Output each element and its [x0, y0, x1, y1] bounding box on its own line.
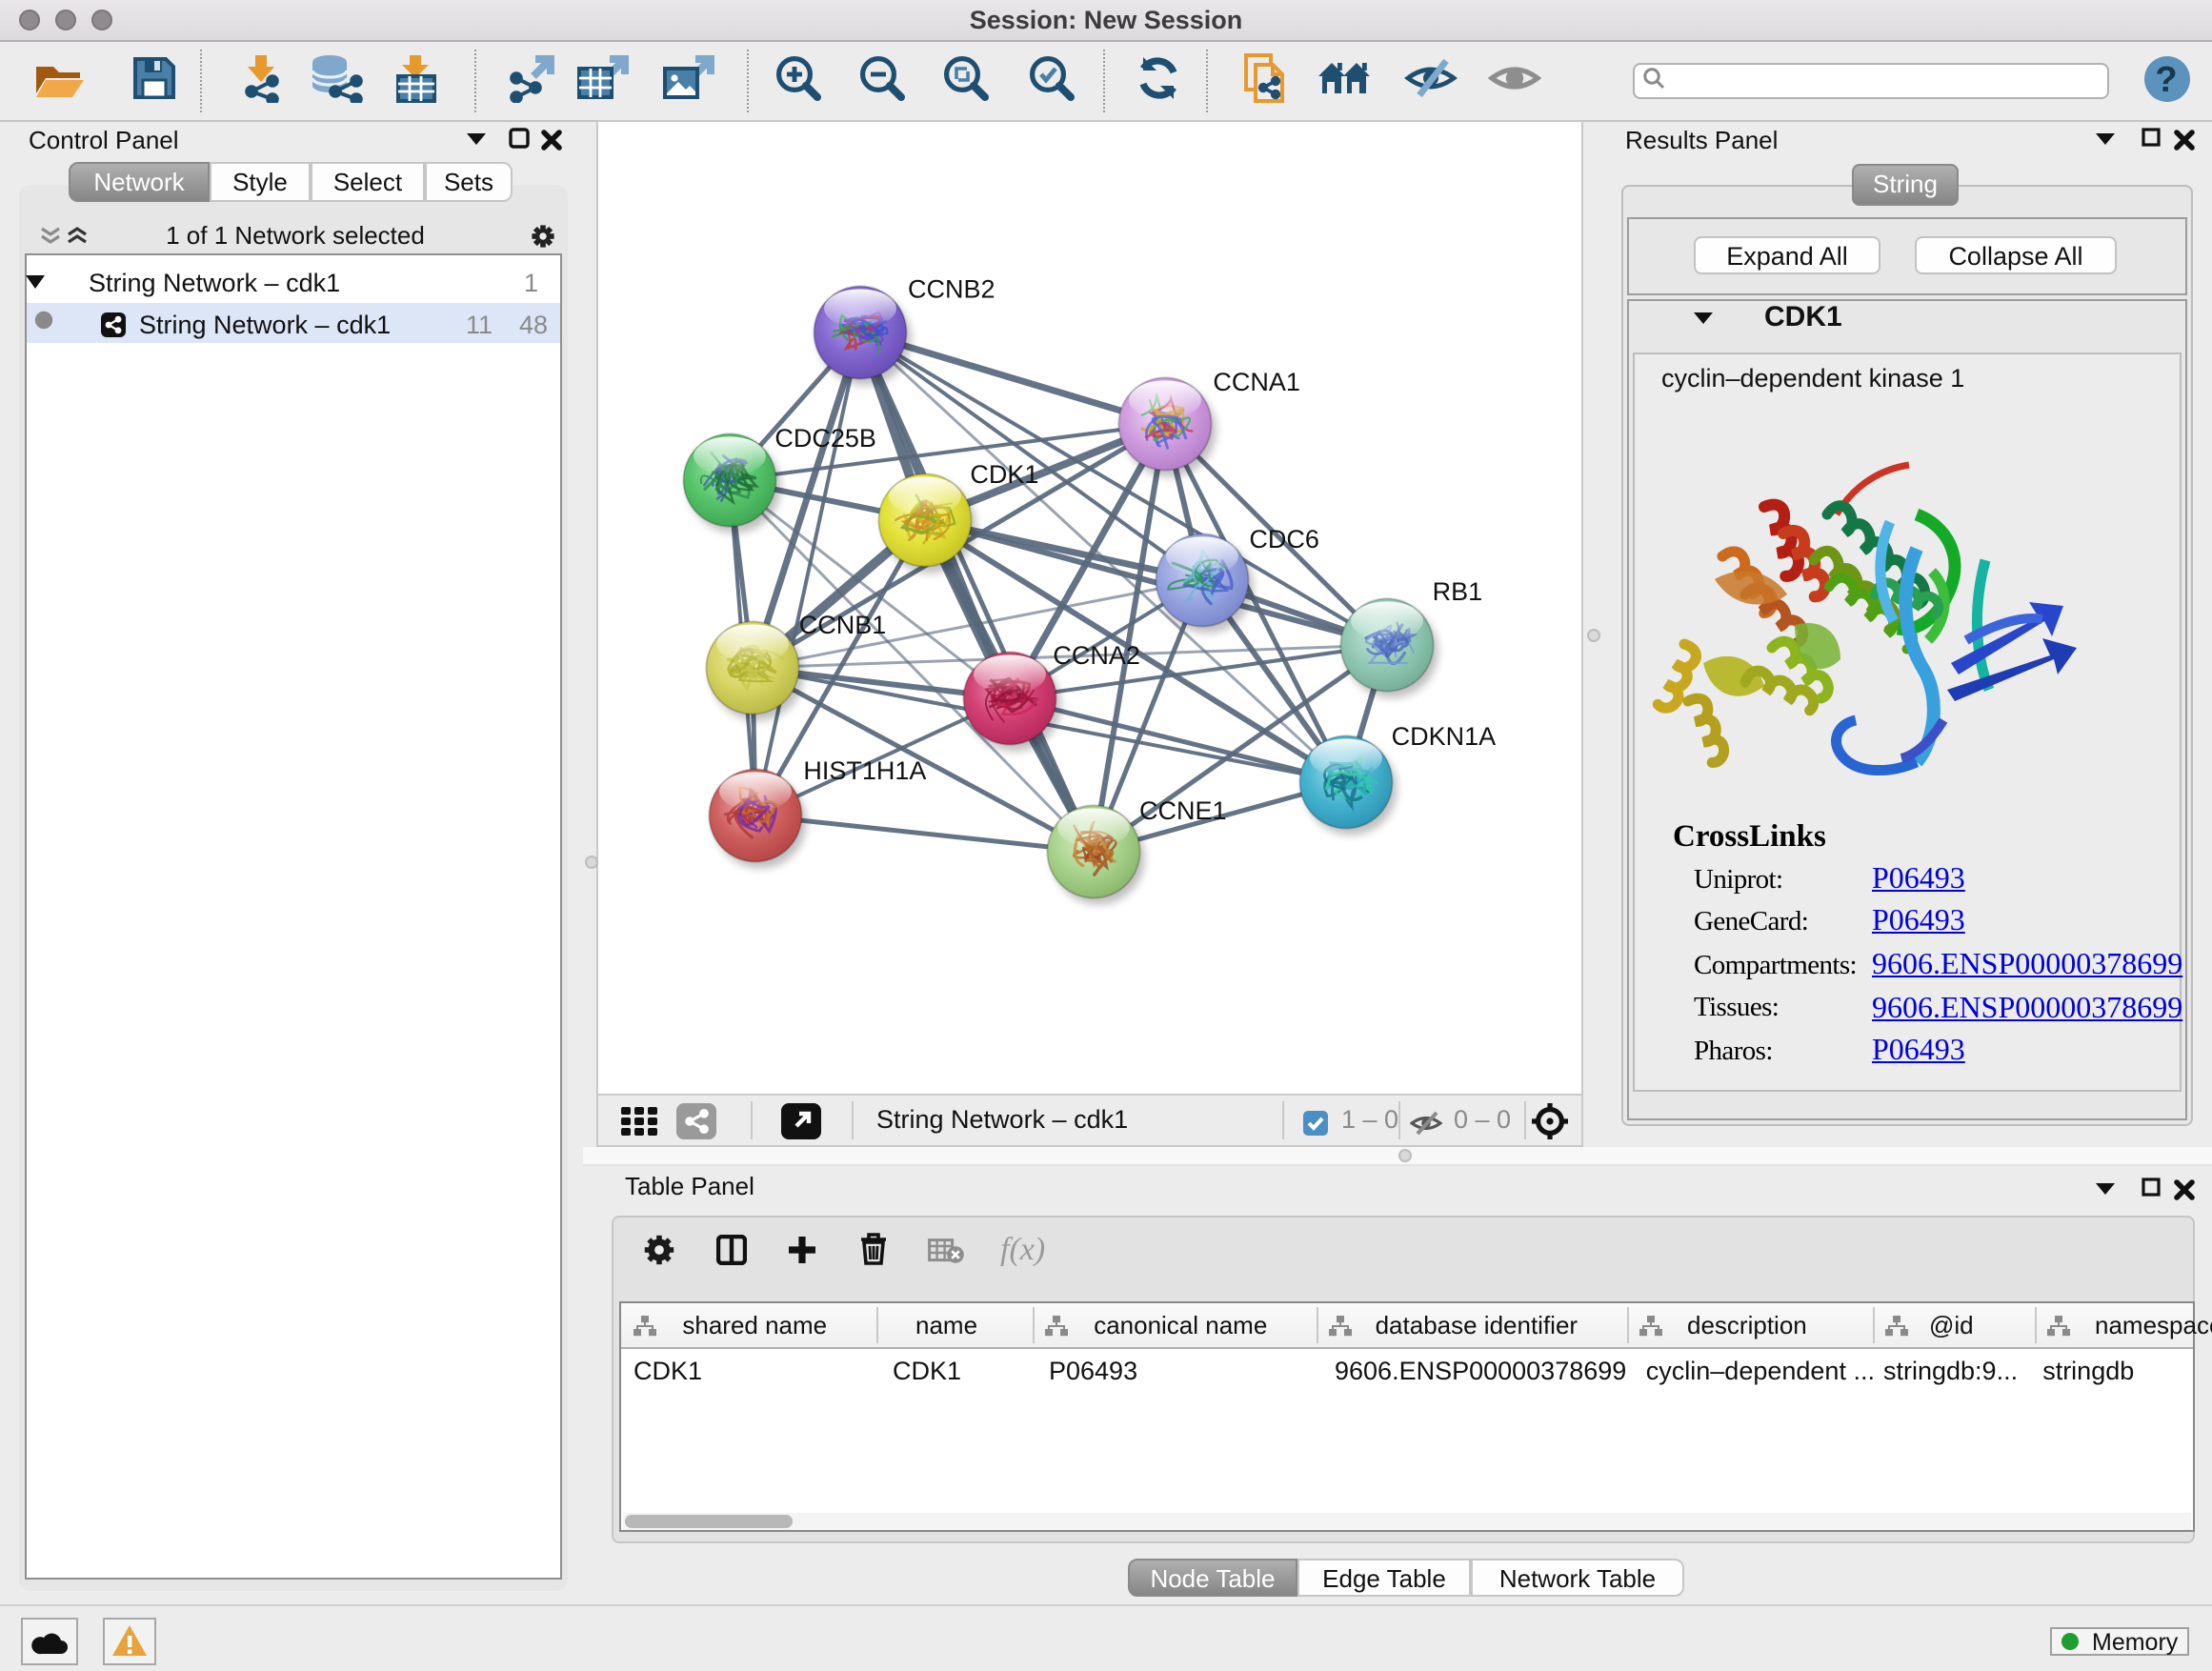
svg-text:CDKN1A: CDKN1A: [1392, 722, 1497, 751]
svg-text:CCNE1: CCNE1: [1139, 796, 1227, 825]
svg-text:CCNB1: CCNB1: [799, 611, 887, 639]
svg-text:HIST1H1A: HIST1H1A: [803, 756, 926, 785]
svg-text:RB1: RB1: [1433, 577, 1483, 606]
svg-text:?: ?: [2155, 60, 2177, 100]
svg-text:CDC25B: CDC25B: [774, 424, 876, 453]
svg-text:CDC6: CDC6: [1249, 525, 1319, 554]
svg-text:CCNB2: CCNB2: [908, 275, 995, 304]
svg-text:CCNA1: CCNA1: [1213, 368, 1300, 396]
svg-text:CDK1: CDK1: [970, 460, 1038, 489]
svg-text:CCNA2: CCNA2: [1053, 641, 1140, 670]
